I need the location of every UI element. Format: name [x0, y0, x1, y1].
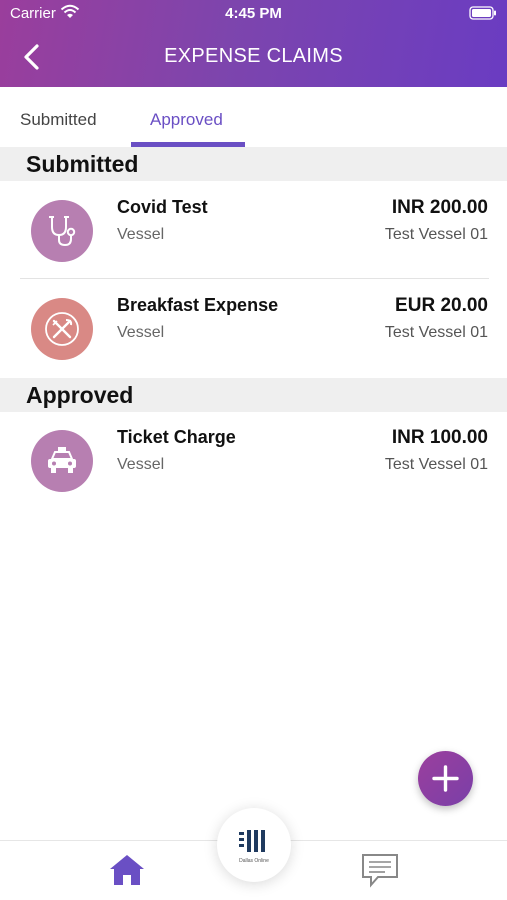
item-subtitle: Vessel — [117, 324, 165, 341]
item-avatar — [31, 200, 93, 262]
item-vessel: Test Vessel 01 — [384, 226, 488, 243]
battery-icon — [469, 6, 496, 20]
logo-text: Dallas Online — [239, 858, 269, 864]
list-item[interactable]: Ticket Charge Vessel INR 100.00 Test Ves… — [0, 411, 507, 509]
item-amount: INR 200.00 — [391, 197, 488, 218]
item-vessel: Test Vessel 01 — [384, 456, 488, 473]
item-title: Ticket Charge — [117, 427, 236, 447]
section-header-submitted: Submitted — [0, 147, 507, 181]
chat-icon[interactable] — [360, 852, 400, 888]
page-title: EXPENSE CLAIMS — [164, 45, 343, 67]
stethoscope-icon — [49, 216, 76, 247]
clock: 4:45 PM — [225, 5, 282, 22]
list-item[interactable]: Breakfast Expense Vessel EUR 20.00 Test … — [0, 279, 507, 377]
item-title: Covid Test — [117, 197, 208, 217]
tab-submitted[interactable]: Submitted — [20, 110, 97, 130]
item-subtitle: Vessel — [117, 226, 165, 243]
add-claim-button[interactable] — [418, 751, 473, 806]
item-avatar — [31, 430, 93, 492]
status-bar: Carrier 4:45 PM — [0, 0, 507, 28]
tab-approved[interactable]: Approved — [150, 110, 223, 130]
item-subtitle: Vessel — [117, 456, 165, 473]
item-vessel: Test Vessel 01 — [384, 324, 488, 341]
cutlery-icon — [45, 312, 79, 346]
item-avatar — [31, 298, 93, 360]
section-header-approved: Approved — [0, 378, 507, 412]
tab-bar: Submitted Approved — [0, 87, 507, 147]
app-header: Carrier 4:45 PM EXPENSE CLAIMS — [0, 0, 507, 87]
center-logo-button[interactable]: Dallas Online — [217, 808, 291, 882]
item-amount: INR 100.00 — [391, 427, 488, 448]
item-amount: EUR 20.00 — [395, 295, 488, 316]
home-icon[interactable] — [108, 852, 146, 888]
item-title: Breakfast Expense — [117, 295, 279, 315]
logo-icon — [239, 830, 265, 852]
list-item[interactable]: Covid Test Vessel INR 200.00 Test Vessel… — [0, 181, 507, 279]
plus-icon — [432, 765, 459, 792]
taxi-icon — [48, 447, 76, 473]
